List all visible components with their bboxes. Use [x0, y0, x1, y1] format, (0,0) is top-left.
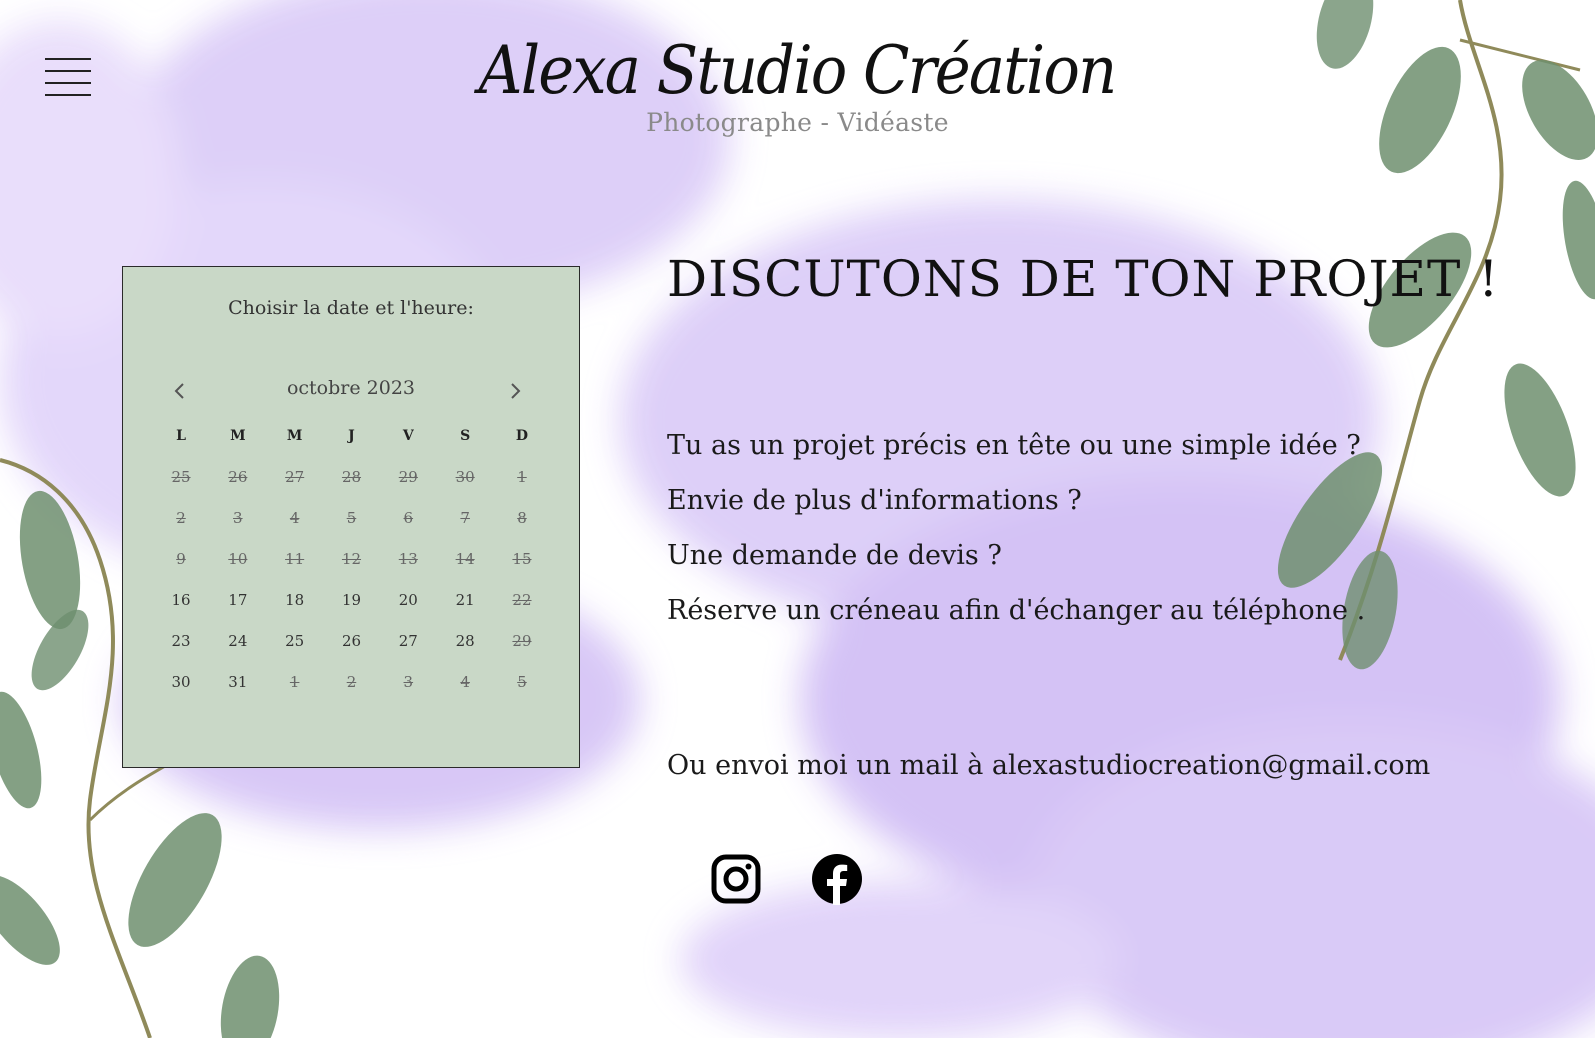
- calendar-day-unavailable: 8: [517, 508, 527, 527]
- calendar-day-available[interactable]: 21: [443, 591, 487, 609]
- calendar-day-unavailable: 2: [346, 672, 357, 691]
- instagram-icon[interactable]: [710, 853, 762, 905]
- calendar-day-unavailable: 7: [460, 508, 470, 527]
- weekday-label: L: [176, 427, 186, 444]
- calendar-day-available[interactable]: 18: [273, 591, 317, 609]
- calendar-day-unavailable: 2: [176, 508, 186, 527]
- calendar-day-available[interactable]: 27: [386, 632, 430, 650]
- intro-line-1: Tu as un projet précis en tête ou une si…: [667, 430, 1361, 461]
- weekday-label: M: [286, 427, 303, 444]
- chevron-right-icon[interactable]: [503, 379, 527, 403]
- calendar-day-available[interactable]: 28: [443, 632, 487, 650]
- calendar-grid: L M M J V S D 25 26 27 28 29 30 1 2 3 4 5 6 7 8 9 10 11 12 13 14 15…: [159, 415, 544, 702]
- calendar-day-unavailable: 4: [289, 508, 300, 527]
- calendar-day-available[interactable]: 17: [216, 591, 260, 609]
- intro-line-2: Envie de plus d'informations ?: [667, 485, 1082, 516]
- calendar-day-available[interactable]: 30: [159, 673, 203, 691]
- calendar-day-unavailable: 5: [517, 672, 527, 691]
- email-prefix: Ou envoi moi un mail à: [667, 750, 992, 781]
- calendar-day-available[interactable]: 19: [329, 591, 373, 609]
- intro-line-4: Réserve un créneau afin d'échanger au té…: [667, 595, 1366, 626]
- calendar-day-unavailable: 22: [512, 590, 532, 609]
- calendar-week-row: 25 26 27 28 29 30 1: [159, 456, 544, 497]
- page-title: DISCUTONS DE TON PROJET !: [667, 250, 1500, 308]
- calendar-day-available[interactable]: 26: [329, 632, 373, 650]
- calendar-day-available[interactable]: 20: [386, 591, 430, 609]
- calendar-day-unavailable: 3: [403, 672, 414, 691]
- calendar-day-unavailable: 27: [285, 467, 305, 486]
- calendar-day-unavailable: 5: [346, 508, 357, 527]
- calendar-day-unavailable: 3: [233, 508, 243, 527]
- facebook-icon[interactable]: [811, 853, 863, 905]
- calendar-day-unavailable: 26: [228, 467, 248, 486]
- calendar-day-unavailable: 28: [341, 467, 362, 486]
- brand-subtitle: Photographe - Vidéaste: [646, 108, 949, 137]
- calendar-day-unavailable: 10: [228, 549, 248, 568]
- calendar-week-row: 30 31 1 2 3 4 5: [159, 661, 544, 702]
- calendar-day-unavailable: 29: [512, 631, 532, 650]
- calendar-week-row: 2 3 4 5 6 7 8: [159, 497, 544, 538]
- calendar-day-unavailable: 1: [289, 672, 300, 691]
- calendar-day-unavailable: 25: [171, 467, 191, 486]
- weekday-header-row: LMMJVSD: [159, 415, 544, 456]
- booking-calendar: Choisir la date et l'heure: octobre 2023…: [122, 266, 580, 768]
- calendar-day-available[interactable]: 23: [159, 632, 203, 650]
- brand-header: Alexa Studio Création Photographe - Vidé…: [0, 38, 1595, 138]
- calendar-day-available[interactable]: 24: [216, 632, 260, 650]
- calendar-week-row: 16 17 18 19 20 21 22: [159, 579, 544, 620]
- calendar-month-nav: octobre 2023: [123, 377, 579, 407]
- calendar-day-unavailable: 6: [403, 508, 414, 527]
- weekday-label: V: [402, 427, 414, 444]
- calendar-day-unavailable: 4: [460, 672, 470, 691]
- weekday-label: J: [348, 427, 355, 444]
- calendar-day-unavailable: 14: [455, 549, 475, 568]
- calendar-day-unavailable: 15: [512, 549, 532, 568]
- brand-title[interactable]: Alexa Studio Création: [479, 38, 1118, 104]
- weekday-label: S: [460, 427, 471, 444]
- weekday-label: M: [230, 427, 246, 444]
- calendar-day-available[interactable]: 31: [216, 673, 260, 691]
- calendar-day-unavailable: 9: [176, 549, 186, 568]
- calendar-day-unavailable: 12: [341, 549, 362, 568]
- email-line: Ou envoi moi un mail à alexastudiocreati…: [667, 750, 1430, 781]
- calendar-day-unavailable: 11: [285, 549, 305, 568]
- calendar-day-available[interactable]: 16: [159, 591, 203, 609]
- calendar-day-unavailable: 29: [398, 467, 418, 486]
- intro-line-3: Une demande de devis ?: [667, 540, 1002, 571]
- calendar-heading: Choisir la date et l'heure:: [228, 297, 474, 319]
- calendar-week-row: 23 24 25 26 27 28 29: [159, 620, 544, 661]
- weekday-label: D: [515, 427, 529, 444]
- calendar-day-unavailable: 30: [455, 467, 475, 486]
- calendar-day-unavailable: 1: [517, 467, 527, 486]
- calendar-day-available[interactable]: 25: [273, 632, 317, 650]
- calendar-day-unavailable: 13: [398, 549, 418, 568]
- calendar-week-row: 9 10 11 12 13 14 15: [159, 538, 544, 579]
- email-link[interactable]: alexastudiocreation@gmail.com: [992, 750, 1430, 781]
